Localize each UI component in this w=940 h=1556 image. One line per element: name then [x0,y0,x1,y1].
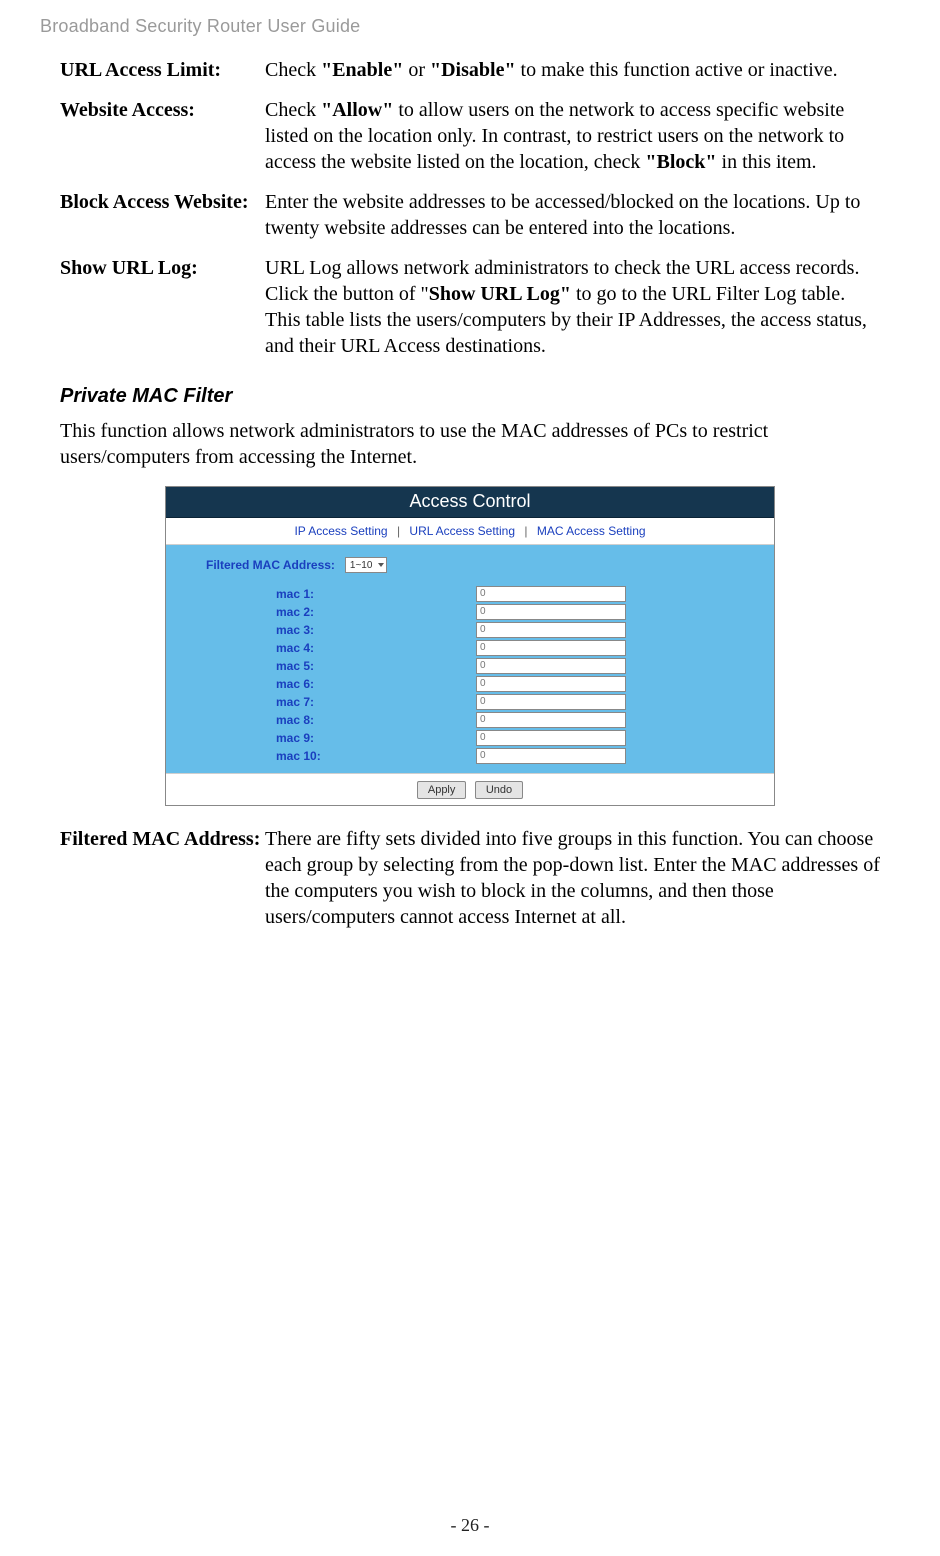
definition-text: "Disable" [430,59,516,81]
definition-text: "Enable" [321,59,403,81]
definition-text: "Block" [645,151,716,173]
definition-text: Check [265,99,321,121]
mac-row-label: mac 10: [276,749,476,763]
definition-row: Website Access:Check "Allow" to allow us… [60,97,880,175]
apply-button[interactable]: Apply [417,781,467,799]
figure-title: Access Control [166,487,774,518]
mac-row: mac 9:0 [276,729,774,747]
mac-row-label: mac 7: [276,695,476,709]
mac-row: mac 6:0 [276,675,774,693]
mac-input[interactable]: 0 [476,586,626,602]
tab-ip-access[interactable]: IP Access Setting [294,524,387,538]
mac-row-label: mac 6: [276,677,476,691]
definition-body: Check "Allow" to allow users on the netw… [265,97,880,175]
mac-input[interactable]: 0 [476,712,626,728]
definition-row: URL Access Limit:Check "Enable" or "Disa… [60,57,880,83]
mac-row: mac 3:0 [276,621,774,639]
access-control-figure: Access Control IP Access Setting | URL A… [165,486,775,806]
tab-separator: | [397,524,400,538]
definition-body: URL Log allows network administrators to… [265,255,880,359]
page-number: - 26 - [0,1515,940,1536]
mac-input[interactable]: 0 [476,604,626,620]
mac-row-label: mac 3: [276,623,476,637]
definition-label: Block Access Website: [60,189,265,241]
definition-text: to make this function active or inactive… [516,59,838,81]
tab-url-access[interactable]: URL Access Setting [409,524,515,538]
definition-label: Website Access: [60,97,265,175]
mac-row: mac 7:0 [276,693,774,711]
mac-row: mac 4:0 [276,639,774,657]
filtered-mac-value: 1~10 [350,560,373,571]
definition-text: Check [265,59,321,81]
mac-row-label: mac 5: [276,659,476,673]
mac-row-label: mac 1: [276,587,476,601]
definition-text: Enter the website addresses to be access… [265,191,860,239]
chevron-down-icon [378,563,384,567]
definition-body: Check "Enable" or "Disable" to make this… [265,57,880,83]
definition-row: Block Access Website:Enter the website a… [60,189,880,241]
undo-button[interactable]: Undo [475,781,523,799]
mac-row-label: mac 4: [276,641,476,655]
mac-row: mac 8:0 [276,711,774,729]
definition-label: URL Access Limit: [60,57,265,83]
mac-input[interactable]: 0 [476,658,626,674]
section-intro: This function allows network administrat… [60,418,880,470]
mac-input[interactable]: 0 [476,748,626,764]
mac-input[interactable]: 0 [476,622,626,638]
definition-text: in this item. [717,151,817,173]
definition-label: Show URL Log: [60,255,265,359]
mac-input[interactable]: 0 [476,730,626,746]
filtered-mac-select[interactable]: 1~10 [345,557,388,573]
definition-row: Filtered MAC Address:There are fifty set… [60,826,880,930]
mac-row: mac 5:0 [276,657,774,675]
mac-input[interactable]: 0 [476,676,626,692]
mac-row-label: mac 8: [276,713,476,727]
figure-tabs: IP Access Setting | URL Access Setting |… [166,518,774,545]
tab-separator: | [524,524,527,538]
filtered-mac-label: Filtered MAC Address: [206,558,335,572]
definition-label: Filtered MAC Address: [60,826,265,930]
mac-row: mac 10:0 [276,747,774,765]
tab-mac-access[interactable]: MAC Access Setting [537,524,646,538]
mac-input[interactable]: 0 [476,694,626,710]
mac-row: mac 1:0 [276,585,774,603]
definition-text: Show URL Log" [429,283,571,305]
definition-row: Show URL Log:URL Log allows network admi… [60,255,880,359]
definition-text: "Allow" [321,99,393,121]
definition-text: or [403,59,430,81]
mac-row: mac 2:0 [276,603,774,621]
definition-body: There are fifty sets divided into five g… [265,826,880,930]
mac-input[interactable]: 0 [476,640,626,656]
mac-row-label: mac 9: [276,731,476,745]
section-title: Private MAC Filter [60,385,880,408]
page-header: Broadband Security Router User Guide [40,16,900,37]
definition-text: There are fifty sets divided into five g… [265,828,880,928]
definition-body: Enter the website addresses to be access… [265,189,880,241]
mac-row-label: mac 2: [276,605,476,619]
